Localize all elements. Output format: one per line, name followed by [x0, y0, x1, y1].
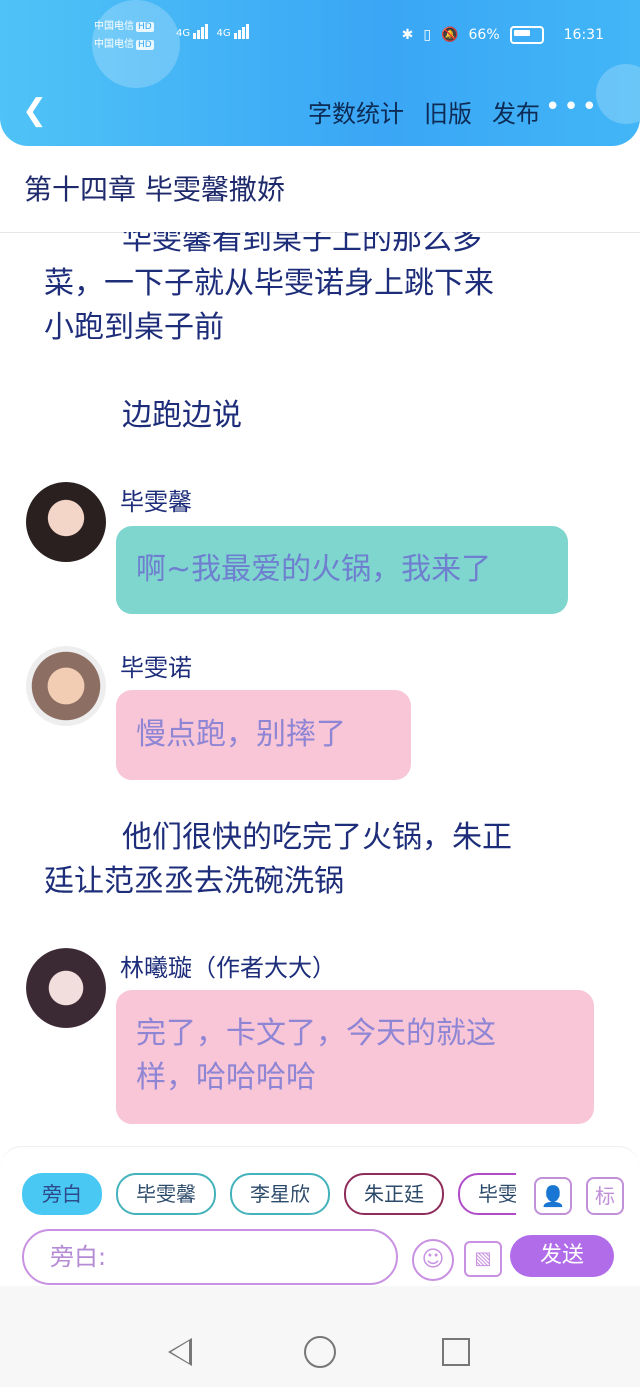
hd-badge: HD	[136, 40, 154, 50]
chapter-title[interactable]: 第十四章 毕雯馨撒娇	[24, 168, 285, 208]
paragraph-line: 华雯馨看到桌子上的那么多	[122, 232, 482, 257]
emoji-icon[interactable]: ☺	[412, 1239, 454, 1281]
paragraph-line: 廷让范丞丞去洗碗洗锅	[44, 864, 344, 899]
battery-percent: 66%	[468, 27, 500, 43]
chip-bi-wenxin[interactable]: 毕雯馨	[116, 1173, 216, 1215]
composer: 旁白 毕雯馨 李星欣 朱正廷 毕雯 👤 标 旁白: ☺ ▧ 发送	[0, 1146, 640, 1287]
header-actions: 字数统计 旧版 发布	[308, 94, 540, 129]
paragraph-line: 他们很快的吃完了火锅，朱正	[122, 820, 512, 855]
back-button[interactable]: ❮	[22, 94, 52, 128]
more-icon[interactable]: •••	[545, 92, 600, 122]
chip-zhu-zhengting[interactable]: 朱正廷	[344, 1173, 444, 1215]
avatar[interactable]	[26, 646, 106, 726]
old-version-button[interactable]: 旧版	[424, 94, 472, 129]
speaker-name: 毕雯诺	[120, 654, 192, 682]
chip-li-xingxin[interactable]: 李星欣	[230, 1173, 330, 1215]
avatar[interactable]	[26, 482, 106, 562]
nav-recent-icon[interactable]	[442, 1338, 470, 1366]
chevron-left-icon: ❮	[22, 93, 48, 128]
status-right: ✱ ▯ 🔕 66% 16:31	[402, 26, 604, 44]
person-icon[interactable]: 👤	[534, 1177, 572, 1215]
chip-bi-wen[interactable]: 毕雯	[458, 1173, 516, 1215]
message-input[interactable]: 旁白:	[22, 1229, 398, 1285]
word-count-button[interactable]: 字数统计	[308, 94, 404, 129]
app-header: 中国电信 HD 中国电信 HD 4G 4G ✱ ▯ 🔕 66% 16:31 ❮ 字数…	[0, 0, 640, 146]
chat-bubble[interactable]: 完了，卡文了，今天的就这 样，哈哈哈哈	[116, 990, 594, 1124]
battery-icon	[509, 26, 544, 44]
carrier-1: 中国电信	[94, 21, 134, 32]
status-bar: 中国电信 HD 中国电信 HD 4G 4G ✱ ▯ 🔕 66% 16:31	[0, 18, 640, 58]
carrier-info: 中国电信 HD 中国电信 HD	[94, 18, 154, 54]
vibrate-icon: ▯	[423, 27, 432, 43]
speaker-name: 林曦璇（作者大大）	[120, 954, 336, 982]
bubble-line: 样，哈哈哈哈	[136, 1060, 316, 1095]
send-button[interactable]: 发送	[510, 1235, 614, 1277]
paragraph-line: 边跑边说	[122, 398, 242, 433]
mark-button[interactable]: 标	[586, 1177, 624, 1215]
paragraph-line: 菜，一下子就从毕雯诺身上跳下来	[44, 266, 494, 301]
speaker-name: 毕雯馨	[120, 488, 192, 516]
clock: 16:31	[563, 27, 604, 43]
avatar[interactable]	[26, 948, 106, 1028]
publish-button[interactable]: 发布	[492, 94, 540, 129]
decor-bubble	[596, 64, 640, 124]
chip-narrator[interactable]: 旁白	[22, 1173, 102, 1215]
chat-bubble[interactable]: 啊~我最爱的火锅，我来了	[116, 526, 568, 614]
signal-icon: 4G 4G	[176, 24, 250, 39]
nav-home-icon[interactable]	[304, 1336, 336, 1368]
bubble-line: 完了，卡文了，今天的就这	[136, 1016, 496, 1051]
nav-back-icon[interactable]	[168, 1338, 192, 1366]
network-label: 4G	[176, 28, 191, 39]
mute-icon: 🔕	[441, 27, 459, 43]
network-label-2: 4G	[216, 28, 231, 39]
story-content[interactable]: 华雯馨看到桌子上的那么多 菜，一下子就从毕雯诺身上跳下来 小跑到桌子前 边跑边说…	[0, 232, 640, 1142]
hd-badge: HD	[136, 22, 154, 32]
image-icon[interactable]: ▧	[464, 1241, 502, 1277]
role-chips: 旁白 毕雯馨 李星欣 朱正廷 毕雯	[22, 1173, 516, 1215]
paragraph-line: 小跑到桌子前	[44, 310, 224, 345]
carrier-2: 中国电信	[94, 39, 134, 50]
chat-bubble[interactable]: 慢点跑，别摔了	[116, 690, 411, 780]
bluetooth-icon: ✱	[401, 27, 414, 43]
